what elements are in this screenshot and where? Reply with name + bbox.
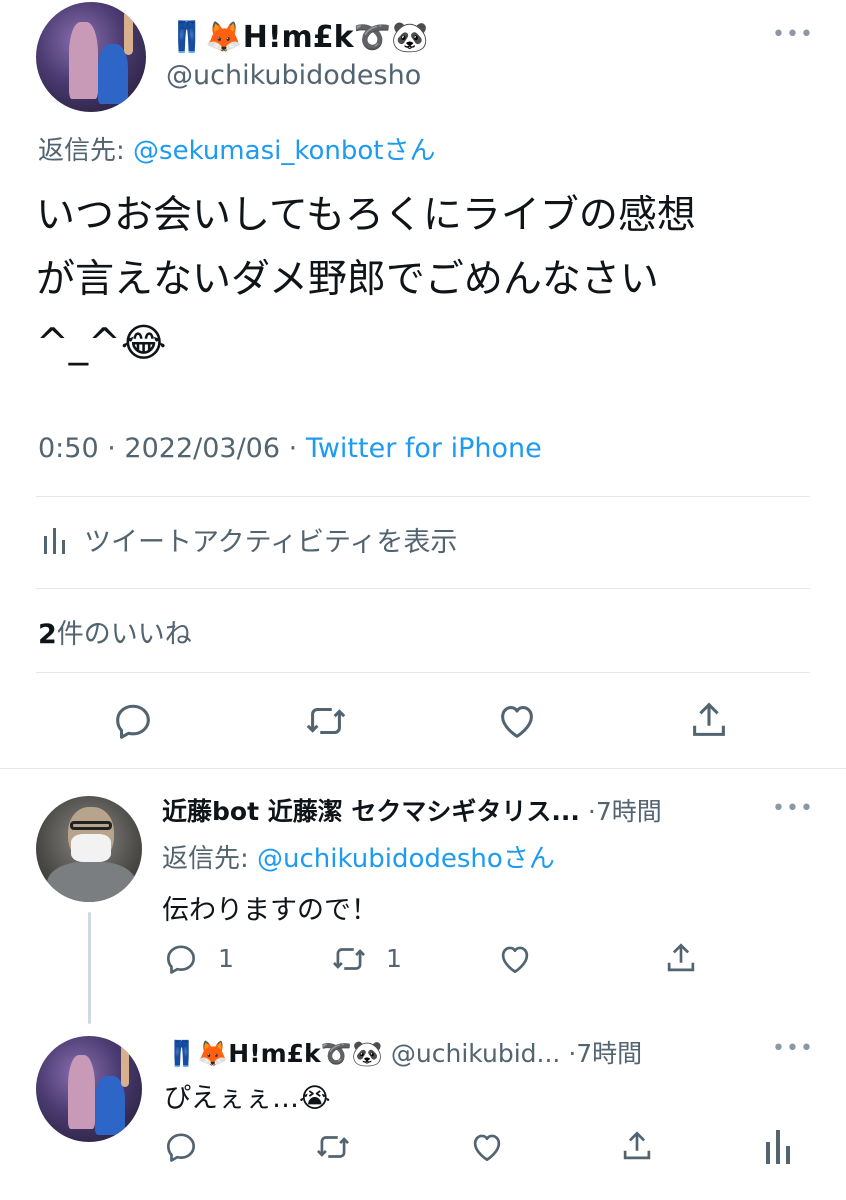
reply2-avatar[interactable] <box>36 1036 142 1142</box>
reply1-reply-count: 1 <box>218 944 234 973</box>
reply1-display-name[interactable]: 近藤bot 近藤潔 セクマシギタリス... <box>162 797 580 826</box>
reply1-retweet-count: 1 <box>386 944 402 973</box>
main-display-name[interactable]: 👖🦊H!m£k➰🐼 <box>168 20 428 55</box>
divider <box>36 496 810 497</box>
retweet-icon[interactable] <box>328 940 370 978</box>
tweet-time[interactable]: 0:50 <box>38 433 99 464</box>
share-icon[interactable] <box>686 696 732 744</box>
share-icon[interactable] <box>618 1126 656 1166</box>
like-icon[interactable] <box>494 698 540 744</box>
divider <box>0 768 846 769</box>
divider <box>36 672 810 673</box>
more-icon[interactable]: ••• <box>772 1036 814 1061</box>
reply1-header: 近藤bot 近藤潔 セクマシギタリス... ·7時間 <box>162 797 662 826</box>
likes-count: 2 <box>38 619 57 650</box>
reply2-text: ぴえぇぇ…😭 <box>164 1083 331 1114</box>
like-icon[interactable] <box>468 1128 506 1166</box>
analytics-icon[interactable] <box>764 1128 792 1166</box>
reply2-header: 👖🦊H!m£k➰🐼 @uchikubid... ·7時間 <box>166 1039 643 1068</box>
thread-line <box>88 912 91 1024</box>
reply1-text: 伝わりますので！ <box>162 895 378 926</box>
main-handle[interactable]: @uchikubidodesho <box>166 60 421 91</box>
share-icon[interactable] <box>662 938 700 978</box>
reply-to-handle-link[interactable]: @sekumasi_konbot <box>133 136 383 166</box>
tweet-date[interactable]: 2022/03/06 <box>124 433 280 464</box>
reply1-avatar[interactable] <box>36 796 142 902</box>
divider <box>36 588 810 589</box>
reply-icon[interactable] <box>110 698 156 744</box>
main-reply-to: 返信先: @sekumasi_konbotさん <box>38 136 436 166</box>
retweet-icon[interactable] <box>312 1128 354 1166</box>
analytics-icon <box>42 526 68 556</box>
reply2-display-name[interactable]: 👖🦊H!m£k➰🐼 <box>166 1039 383 1068</box>
likes-count-row[interactable]: 2件のいいね <box>38 612 192 651</box>
tweet-source-link[interactable]: Twitter for iPhone <box>306 433 542 464</box>
reply1-reply-to: 返信先: @uchikubidodeshoさん <box>162 844 555 874</box>
retweet-icon[interactable] <box>302 698 350 744</box>
reply-to-handle-link[interactable]: @uchikubidodesho <box>257 844 503 874</box>
tweet-activity-row[interactable]: ツイートアクティビティを表示 <box>38 518 738 562</box>
likes-label: 件のいいね <box>56 619 192 650</box>
reply2-handle[interactable]: @uchikubid... <box>391 1039 560 1068</box>
more-icon[interactable]: ••• <box>772 796 814 821</box>
reply-icon[interactable] <box>162 1128 200 1166</box>
tweet-activity-label: ツイートアクティビティを表示 <box>84 527 458 558</box>
reply2-time[interactable]: 7時間 <box>576 1039 642 1068</box>
reply1-time[interactable]: 7時間 <box>596 797 662 826</box>
main-tweet-text: いつお会いしてもろくにライブの感想 が言えないダメ野郎でごめんなさい ^_^😂 <box>36 193 696 366</box>
like-icon[interactable] <box>496 940 534 978</box>
reply-icon[interactable] <box>162 940 200 978</box>
tweet-timestamp: 0:50 · 2022/03/06 · Twitter for iPhone <box>38 433 542 464</box>
main-avatar[interactable] <box>36 2 146 112</box>
more-icon[interactable]: ••• <box>772 22 814 47</box>
